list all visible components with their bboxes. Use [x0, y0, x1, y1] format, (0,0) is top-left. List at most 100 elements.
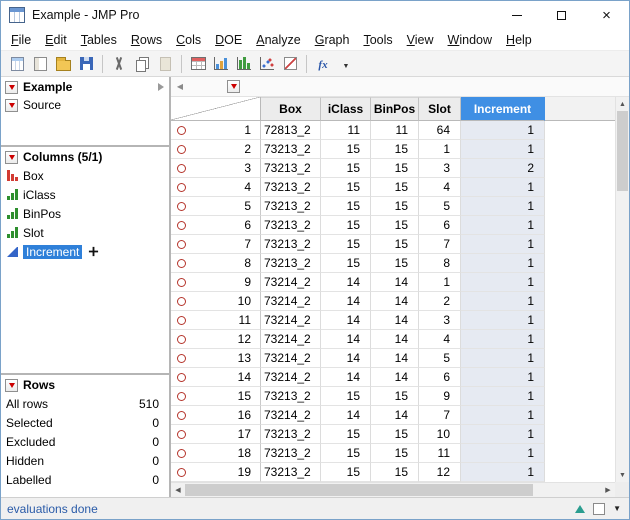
cell-slot[interactable]: 2 — [419, 292, 461, 311]
cell-increment[interactable]: 1 — [461, 216, 545, 235]
scroll-right-button[interactable]: ▶ — [601, 483, 615, 497]
cell-binpos[interactable]: 14 — [371, 330, 419, 349]
column-item-box[interactable]: Box — [1, 166, 169, 185]
menu-item-analyze[interactable]: Analyze — [249, 31, 307, 49]
cell-increment[interactable]: 1 — [461, 235, 545, 254]
cell-slot[interactable]: 8 — [419, 254, 461, 273]
cell-box[interactable]: 73213_2 — [261, 387, 321, 406]
menu-item-file[interactable]: File — [4, 31, 38, 49]
cell-binpos[interactable]: 14 — [371, 406, 419, 425]
cell-increment[interactable]: 2 — [461, 159, 545, 178]
red-triangle-button[interactable] — [5, 150, 18, 164]
cell-binpos[interactable]: 15 — [371, 216, 419, 235]
row-header-cell[interactable]: 12 — [171, 330, 261, 349]
cell-slot[interactable]: 10 — [419, 425, 461, 444]
cell-binpos[interactable]: 14 — [371, 311, 419, 330]
cell-iclass[interactable]: 15 — [321, 444, 371, 463]
cell-slot[interactable]: 5 — [419, 197, 461, 216]
cell-iclass[interactable]: 15 — [321, 197, 371, 216]
cell-binpos[interactable]: 14 — [371, 368, 419, 387]
cell-increment[interactable]: 1 — [461, 254, 545, 273]
menu-item-rows[interactable]: Rows — [124, 31, 169, 49]
cell-binpos[interactable]: 14 — [371, 292, 419, 311]
cell-box[interactable]: 73214_2 — [261, 292, 321, 311]
cell-box[interactable]: 73213_2 — [261, 444, 321, 463]
column-header-iclass[interactable]: iClass — [321, 97, 371, 121]
paste-icon[interactable] — [154, 53, 176, 75]
scatter-icon[interactable] — [256, 53, 278, 75]
cell-box[interactable]: 73214_2 — [261, 406, 321, 425]
cell-binpos[interactable]: 14 — [371, 349, 419, 368]
cell-iclass[interactable]: 15 — [321, 387, 371, 406]
cell-binpos[interactable]: 15 — [371, 235, 419, 254]
cell-box[interactable]: 73213_2 — [261, 425, 321, 444]
cell-iclass[interactable]: 15 — [321, 235, 371, 254]
cell-binpos[interactable]: 15 — [371, 387, 419, 406]
red-triangle-button[interactable] — [5, 80, 18, 94]
menu-item-doe[interactable]: DOE — [208, 31, 249, 49]
menu-item-graph[interactable]: Graph — [308, 31, 357, 49]
horizontal-scrollbar-thumb[interactable] — [185, 484, 533, 496]
row-header-cell[interactable]: 13 — [171, 349, 261, 368]
menu-item-tools[interactable]: Tools — [356, 31, 399, 49]
scroll-down-button[interactable]: ▼ — [616, 468, 629, 482]
cell-slot[interactable]: 12 — [419, 463, 461, 482]
cell-binpos[interactable]: 15 — [371, 254, 419, 273]
maximize-button[interactable] — [539, 1, 584, 29]
cell-iclass[interactable]: 15 — [321, 178, 371, 197]
column-item-increment[interactable]: Increment — [1, 242, 169, 261]
cell-box[interactable]: 73213_2 — [261, 235, 321, 254]
horizontal-scrollbar-track[interactable] — [533, 483, 601, 497]
row-header-cell[interactable]: 10 — [171, 292, 261, 311]
scroll-up-button[interactable]: ▲ — [616, 97, 629, 111]
cell-box[interactable]: 73213_2 — [261, 197, 321, 216]
cell-box[interactable]: 73213_2 — [261, 178, 321, 197]
cell-increment[interactable]: 1 — [461, 349, 545, 368]
cell-slot[interactable]: 64 — [419, 121, 461, 140]
cell-slot[interactable]: 1 — [419, 140, 461, 159]
rows-stat-hidden[interactable]: Hidden 0 — [1, 451, 169, 470]
rows-stat-labelled[interactable]: Labelled 0 — [1, 470, 169, 489]
row-header-cell[interactable]: 7 — [171, 235, 261, 254]
cell-increment[interactable]: 1 — [461, 406, 545, 425]
cell-increment[interactable]: 1 — [461, 425, 545, 444]
red-triangle-button[interactable] — [5, 98, 18, 112]
cell-binpos[interactable]: 15 — [371, 159, 419, 178]
row-header-cell[interactable]: 2 — [171, 140, 261, 159]
menu-item-tables[interactable]: Tables — [74, 31, 124, 49]
status-menu-caret-icon[interactable]: ▼ — [613, 504, 621, 513]
cell-binpos[interactable]: 15 — [371, 197, 419, 216]
cell-box[interactable]: 73214_2 — [261, 273, 321, 292]
cell-increment[interactable]: 1 — [461, 178, 545, 197]
row-header-cell[interactable]: 6 — [171, 216, 261, 235]
cell-binpos[interactable]: 15 — [371, 178, 419, 197]
status-checkbox[interactable] — [593, 502, 606, 515]
row-header-cell[interactable]: 15 — [171, 387, 261, 406]
cell-iclass[interactable]: 15 — [321, 463, 371, 482]
menu-caret-icon[interactable] — [335, 53, 357, 75]
menu-item-help[interactable]: Help — [499, 31, 539, 49]
cell-box[interactable]: 73213_2 — [261, 463, 321, 482]
row-header-cell[interactable]: 1 — [171, 121, 261, 140]
menu-item-window[interactable]: Window — [441, 31, 499, 49]
cell-iclass[interactable]: 14 — [321, 330, 371, 349]
cell-iclass[interactable]: 15 — [321, 140, 371, 159]
save-icon[interactable] — [75, 53, 97, 75]
collapse-panels-button[interactable]: ◀ — [173, 80, 187, 94]
cell-iclass[interactable]: 14 — [321, 406, 371, 425]
column-item-binpos[interactable]: BinPos — [1, 204, 169, 223]
cell-slot[interactable]: 4 — [419, 330, 461, 349]
rows-stat-all-rows[interactable]: All rows 510 — [1, 394, 169, 413]
cell-increment[interactable]: 1 — [461, 273, 545, 292]
row-header-cell[interactable]: 17 — [171, 425, 261, 444]
cell-slot[interactable]: 6 — [419, 368, 461, 387]
cell-box[interactable]: 73214_2 — [261, 349, 321, 368]
graph-builder-icon[interactable] — [210, 53, 232, 75]
profiler-icon[interactable] — [279, 53, 301, 75]
vertical-scrollbar-thumb[interactable] — [617, 111, 628, 191]
data-table-icon[interactable] — [187, 53, 209, 75]
cell-slot[interactable]: 11 — [419, 444, 461, 463]
cell-box[interactable]: 72813_2 — [261, 121, 321, 140]
distribution-icon[interactable] — [233, 53, 255, 75]
cell-box[interactable]: 73214_2 — [261, 311, 321, 330]
